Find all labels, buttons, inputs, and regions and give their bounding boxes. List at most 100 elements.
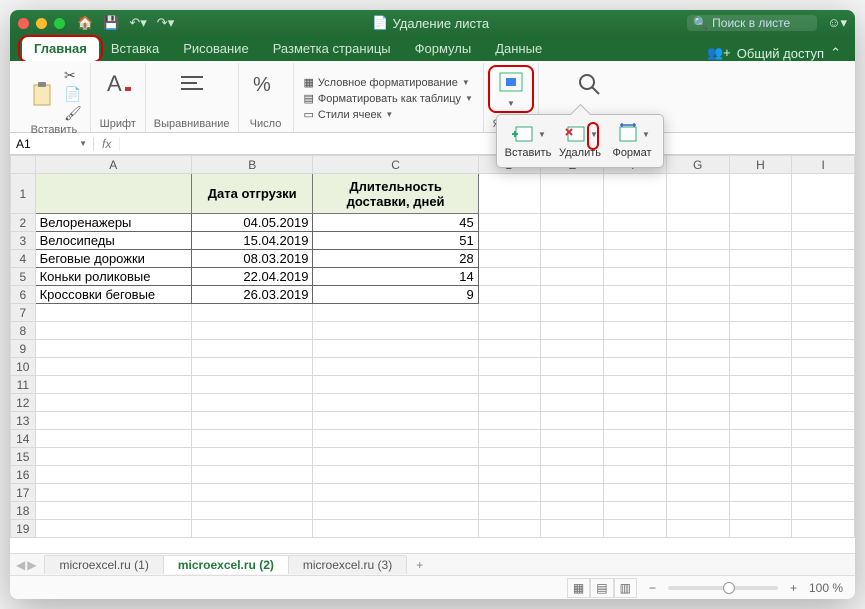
cell[interactable] <box>541 394 604 412</box>
cell[interactable] <box>191 502 313 520</box>
cell[interactable] <box>604 412 667 430</box>
cell[interactable] <box>729 520 792 538</box>
paste-button[interactable] <box>26 79 60 111</box>
cell[interactable] <box>35 358 191 376</box>
cell[interactable] <box>35 174 191 214</box>
cell[interactable] <box>191 304 313 322</box>
cell[interactable] <box>478 358 541 376</box>
cell[interactable]: Дата отгрузки <box>191 174 313 214</box>
cell[interactable]: 04.05.2019 <box>191 214 313 232</box>
cell[interactable] <box>604 466 667 484</box>
cell[interactable] <box>191 394 313 412</box>
row-header[interactable]: 8 <box>11 322 36 340</box>
popup-format-button[interactable]: ▼ Формат <box>607 119 657 161</box>
cell[interactable] <box>729 232 792 250</box>
cell[interactable]: 22.04.2019 <box>191 268 313 286</box>
cell[interactable] <box>478 286 541 304</box>
copy-icon[interactable]: 📄 <box>64 86 82 103</box>
cell[interactable] <box>478 268 541 286</box>
row-header[interactable]: 17 <box>11 484 36 502</box>
cell[interactable] <box>729 322 792 340</box>
row-header[interactable]: 15 <box>11 448 36 466</box>
cell[interactable]: 14 <box>313 268 478 286</box>
name-box[interactable]: A1▼ <box>10 137 94 151</box>
cell[interactable] <box>541 322 604 340</box>
cell[interactable] <box>604 232 667 250</box>
cell[interactable] <box>666 412 729 430</box>
sheet-prev-icon[interactable]: ◀ <box>16 558 25 572</box>
cell[interactable] <box>666 448 729 466</box>
cell[interactable] <box>35 502 191 520</box>
cell[interactable] <box>541 340 604 358</box>
cell[interactable] <box>729 214 792 232</box>
cell[interactable] <box>729 376 792 394</box>
cell[interactable] <box>35 430 191 448</box>
home-icon[interactable]: 🏠 <box>77 15 93 31</box>
cell[interactable] <box>541 520 604 538</box>
cell[interactable] <box>792 358 855 376</box>
cell[interactable] <box>666 304 729 322</box>
cell[interactable] <box>604 448 667 466</box>
cell[interactable] <box>729 448 792 466</box>
cell[interactable] <box>729 430 792 448</box>
cell[interactable]: Коньки роликовые <box>35 268 191 286</box>
col-header[interactable]: I <box>792 156 855 174</box>
cell[interactable] <box>666 520 729 538</box>
worksheet-grid[interactable]: A B C D E F G H I 1Дата отгрузкиДлительн… <box>10 155 855 553</box>
cell[interactable] <box>478 394 541 412</box>
page-layout-view-icon[interactable]: ▤ <box>590 578 613 598</box>
add-sheet-button[interactable]: + <box>406 558 433 572</box>
view-switcher[interactable]: ▦▤▥ <box>567 581 637 595</box>
col-header[interactable]: B <box>191 156 313 174</box>
cell[interactable] <box>666 340 729 358</box>
cell[interactable] <box>541 376 604 394</box>
cell[interactable] <box>541 286 604 304</box>
cell[interactable] <box>35 520 191 538</box>
col-header[interactable]: A <box>35 156 191 174</box>
cell[interactable] <box>604 174 667 214</box>
redo-icon[interactable]: ↷▾ <box>157 15 174 31</box>
cell[interactable] <box>478 466 541 484</box>
cell[interactable] <box>666 174 729 214</box>
sheet-tab[interactable]: microexcel.ru (2) <box>163 555 289 574</box>
cell[interactable] <box>604 286 667 304</box>
cell[interactable] <box>478 448 541 466</box>
alignment-button[interactable] <box>173 67 211 99</box>
cell[interactable] <box>313 394 478 412</box>
cell[interactable] <box>729 484 792 502</box>
cell[interactable]: 9 <box>313 286 478 304</box>
cell[interactable]: 15.04.2019 <box>191 232 313 250</box>
conditional-formatting-button[interactable]: ▦Условное форматирование▼ <box>302 75 475 90</box>
cell[interactable] <box>191 520 313 538</box>
row-header[interactable]: 16 <box>11 466 36 484</box>
col-header[interactable]: H <box>729 156 792 174</box>
cell[interactable] <box>35 448 191 466</box>
cell[interactable] <box>792 250 855 268</box>
cell[interactable] <box>35 304 191 322</box>
col-header[interactable]: C <box>313 156 478 174</box>
cell[interactable] <box>666 268 729 286</box>
cell[interactable] <box>313 376 478 394</box>
cell[interactable]: 26.03.2019 <box>191 286 313 304</box>
cell[interactable] <box>792 214 855 232</box>
cell[interactable] <box>478 232 541 250</box>
cell[interactable] <box>35 376 191 394</box>
maximize-window-button[interactable] <box>54 18 65 29</box>
cell[interactable] <box>604 358 667 376</box>
cell[interactable] <box>541 358 604 376</box>
cell[interactable] <box>313 430 478 448</box>
undo-icon[interactable]: ↶▾ <box>129 15 146 31</box>
cell[interactable] <box>792 304 855 322</box>
cell[interactable] <box>792 466 855 484</box>
row-header[interactable]: 3 <box>11 232 36 250</box>
cell[interactable] <box>666 430 729 448</box>
cell[interactable] <box>541 502 604 520</box>
cell[interactable] <box>541 448 604 466</box>
cell[interactable] <box>604 304 667 322</box>
cell[interactable] <box>604 520 667 538</box>
cell[interactable] <box>478 304 541 322</box>
sheet-nav[interactable]: ◀▶ <box>16 558 36 572</box>
cell[interactable] <box>313 304 478 322</box>
cell[interactable] <box>792 484 855 502</box>
cell[interactable] <box>604 340 667 358</box>
